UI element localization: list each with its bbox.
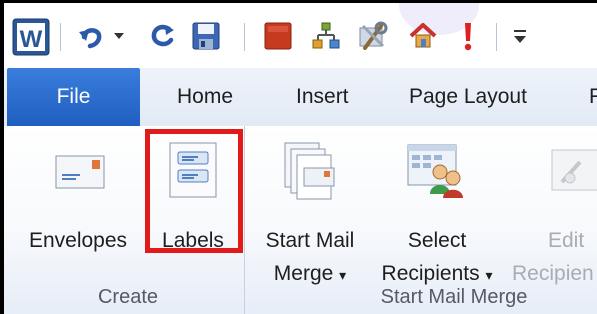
toolbar-separator [244, 23, 245, 51]
start-mail-merge-label-line2: Merge [273, 262, 334, 285]
svg-text:W: W [20, 26, 43, 53]
select-recipients-dropdown-icon: ▾ [485, 267, 493, 283]
exclamation-icon[interactable] [456, 19, 480, 53]
labels-icon [166, 140, 220, 209]
undo-dropdown-arrow-icon[interactable] [112, 29, 126, 43]
envelope-icon [54, 152, 106, 201]
select-recipients-label-line1: Select [407, 229, 467, 252]
edit-recipients-label-line2: Recipien [512, 262, 594, 285]
tools-icon[interactable] [356, 19, 390, 53]
word-app-icon[interactable]: W [12, 18, 50, 56]
undo-icon[interactable] [76, 21, 106, 51]
group-separator [244, 126, 245, 314]
start-mail-merge-dropdown-icon: ▾ [339, 267, 347, 283]
tab-page-layout[interactable]: Page Layout [409, 68, 527, 126]
toolbar-separator [60, 23, 61, 51]
home-icon[interactable] [407, 20, 439, 52]
envelopes-button[interactable]: Envelopes [18, 136, 138, 268]
tab-next-partial[interactable]: F [589, 68, 597, 126]
network-icon[interactable] [310, 20, 342, 52]
ribbon-tab-bar: File Home Insert Page Layout F [4, 68, 597, 127]
start-mail-merge-group-label: Start Mail Merge [380, 286, 528, 308]
select-recipients-label-line2: Recipients [381, 262, 480, 285]
quick-access-toolbar: W [4, 3, 597, 68]
save-icon[interactable] [190, 20, 222, 52]
start-mail-merge-label-line1: Start Mail [265, 229, 355, 252]
select-recipients-button[interactable]: Select Recipients ▾ [370, 136, 504, 286]
labels-button[interactable]: Labels [150, 136, 236, 268]
redo-icon[interactable] [148, 21, 178, 51]
customize-toolbar-icon[interactable] [510, 25, 530, 47]
start-mail-merge-button[interactable]: Start Mail Merge ▾ [254, 136, 366, 286]
toolbar-separator [496, 23, 497, 51]
create-group-label: Create [97, 286, 159, 308]
tab-file[interactable]: File [7, 68, 140, 126]
ribbon-mailings-panel: Envelopes Labels Create Start Mail Merge… [4, 126, 597, 314]
recipients-icon [406, 142, 468, 209]
edit-recipients-label-line1: Edit [548, 229, 585, 252]
documents-stack-icon [282, 140, 340, 211]
word-window: W File Home Insert Page Layout Envelopes… [0, 0, 597, 314]
edit-list-icon [550, 148, 597, 203]
red-square-icon[interactable] [262, 20, 294, 52]
envelopes-label: Envelopes [28, 229, 128, 252]
tab-home[interactable]: Home [177, 68, 233, 126]
labels-label: Labels [162, 229, 224, 252]
edit-recipient-list-button[interactable]: Edit Recipien [510, 136, 597, 286]
tab-insert[interactable]: Insert [296, 68, 349, 126]
